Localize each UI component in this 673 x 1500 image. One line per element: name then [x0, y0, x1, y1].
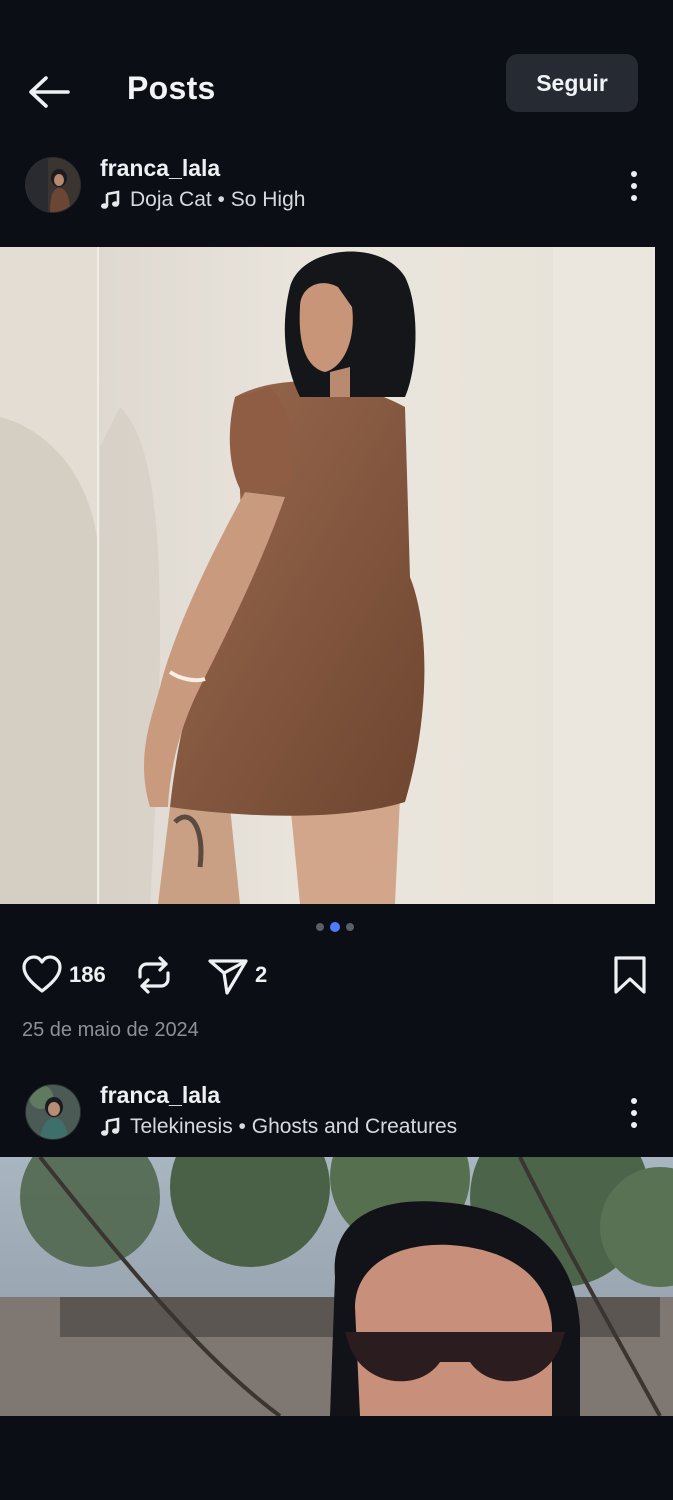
music-label: Doja Cat • So High — [130, 188, 306, 211]
more-options-button[interactable] — [624, 1092, 646, 1128]
top-bar: Posts Seguir — [0, 0, 673, 140]
photo — [0, 1157, 673, 1416]
username[interactable]: franca_lala — [100, 155, 220, 182]
carousel-dot — [316, 923, 324, 931]
follow-button[interactable]: Seguir — [506, 54, 638, 112]
post-image[interactable] — [0, 1157, 673, 1416]
post-header: franca_lala Doja Cat • So High — [0, 155, 673, 227]
save-button[interactable] — [612, 955, 648, 995]
heart-icon — [22, 955, 62, 993]
carousel-indicator — [316, 922, 354, 932]
like-count: 186 — [69, 962, 106, 987]
music-note-icon — [101, 190, 120, 209]
back-button[interactable] — [26, 72, 72, 112]
photo — [0, 247, 655, 904]
avatar-image — [26, 158, 80, 212]
post-image[interactable] — [0, 247, 655, 904]
music-note-icon — [101, 1117, 120, 1136]
send-icon — [208, 959, 248, 995]
post-actions: 186 2 — [0, 955, 673, 999]
post-date: 25 de maio de 2024 — [22, 1019, 199, 1041]
carousel-dot — [346, 923, 354, 931]
share-button[interactable]: 2 — [207, 955, 267, 995]
like-button[interactable]: 186 — [21, 955, 106, 995]
avatar[interactable] — [25, 157, 81, 213]
page-title: Posts — [127, 70, 216, 106]
music-label: Telekinesis • Ghosts and Creatures — [130, 1115, 458, 1138]
music-info[interactable]: Doja Cat • So High — [100, 188, 305, 212]
more-options-button[interactable] — [624, 165, 646, 201]
share-count: 2 — [255, 962, 268, 987]
post-header: franca_lala Telekinesis • Ghosts and Cre… — [0, 1082, 673, 1154]
avatar[interactable] — [25, 1084, 81, 1140]
username[interactable]: franca_lala — [100, 1082, 220, 1109]
avatar-image — [26, 1085, 80, 1139]
bookmark-icon — [614, 956, 646, 994]
repost-button[interactable] — [136, 955, 172, 995]
carousel-dot-active — [330, 922, 340, 932]
music-info[interactable]: Telekinesis • Ghosts and Creatures — [100, 1115, 457, 1139]
arrow-left-icon — [29, 76, 70, 108]
repost-icon — [138, 956, 170, 994]
